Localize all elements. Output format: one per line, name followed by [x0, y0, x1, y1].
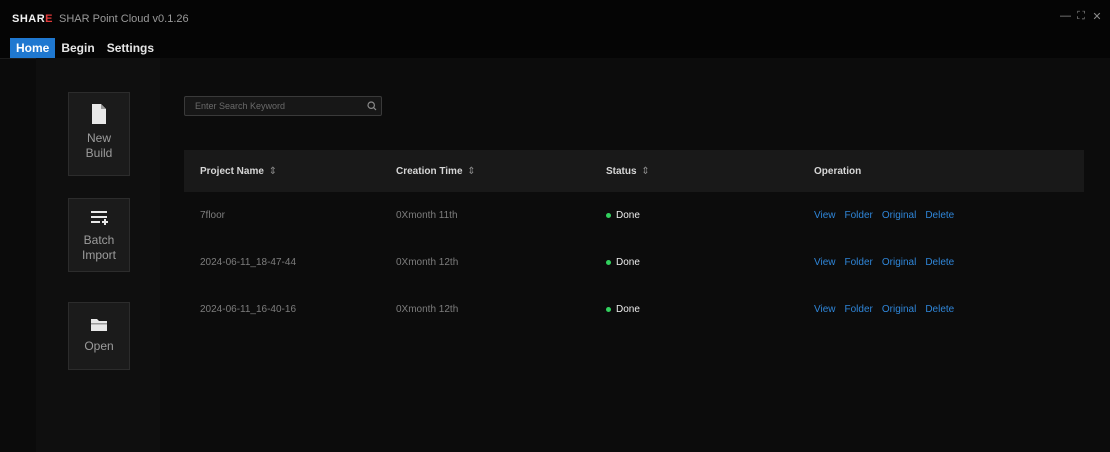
main-content: Project Name ⇕ Creation Time ⇕ Status ⇕ …: [160, 58, 1110, 452]
sort-icon: ⇕: [467, 165, 476, 177]
header-creation-time[interactable]: Creation Time ⇕: [396, 166, 606, 177]
original-link[interactable]: Original: [882, 210, 916, 221]
folder-link[interactable]: Folder: [845, 257, 873, 268]
project-name-cell: 2024-06-11_16-40-16: [200, 304, 297, 315]
search-input[interactable]: [185, 100, 363, 112]
header-status[interactable]: Status ⇕: [606, 166, 814, 177]
view-link[interactable]: View: [814, 304, 836, 315]
operation-links: View Folder Original Delete: [814, 257, 1084, 268]
view-link[interactable]: View: [814, 210, 836, 221]
table-row: 7floor 0Xmonth 11th Done View Folder Ori…: [184, 192, 1084, 239]
operation-links: View Folder Original Delete: [814, 304, 1084, 315]
batch-import-label: Batch Import: [81, 233, 116, 262]
search-box: [184, 96, 382, 116]
menu-begin[interactable]: Begin: [55, 38, 100, 58]
original-link[interactable]: Original: [882, 257, 916, 268]
close-icon[interactable]: ✕: [1092, 10, 1102, 23]
header-project-name[interactable]: Project Name ⇕: [184, 166, 396, 177]
original-link[interactable]: Original: [882, 304, 916, 315]
creation-time-cell: 0Xmonth 12th: [396, 304, 459, 315]
delete-link[interactable]: Delete: [925, 304, 954, 315]
status-badge: Done: [606, 210, 814, 221]
header-operation: Operation: [814, 165, 862, 177]
list-add-icon: [91, 211, 108, 225]
creation-time-cell: 0Xmonth 12th: [396, 257, 459, 268]
menu-home[interactable]: Home: [10, 38, 56, 58]
sort-icon: ⇕: [641, 165, 650, 177]
open-button[interactable]: Open: [68, 302, 130, 370]
view-link[interactable]: View: [814, 257, 836, 268]
menu-bar: Home Begin Settings: [0, 38, 1110, 59]
title-bar: SHARE SHAR Point Cloud v0.1.26 — ⛶ ✕: [0, 0, 1110, 38]
new-build-label: New Build: [85, 131, 113, 160]
folder-link[interactable]: Folder: [845, 304, 873, 315]
batch-import-button[interactable]: Batch Import: [68, 198, 130, 272]
project-name-cell: 2024-06-11_18-47-44: [200, 257, 297, 268]
app-window: SHARE SHAR Point Cloud v0.1.26 — ⛶ ✕ Hom…: [0, 0, 1110, 452]
creation-time-cell: 0Xmonth 11th: [396, 210, 458, 221]
folder-link[interactable]: Folder: [845, 210, 873, 221]
menu-settings[interactable]: Settings: [101, 38, 160, 58]
delete-link[interactable]: Delete: [925, 257, 954, 268]
open-label: Open: [84, 339, 114, 353]
table-header: Project Name ⇕ Creation Time ⇕ Status ⇕ …: [184, 150, 1084, 192]
folder-icon: [91, 319, 107, 331]
window-title: SHAR Point Cloud v0.1.26: [59, 13, 189, 25]
table-row: 2024-06-11_18-47-44 0Xmonth 12th Done Vi…: [184, 239, 1084, 286]
window-controls: — ⛶ ✕: [1060, 10, 1102, 23]
operation-links: View Folder Original Delete: [814, 210, 1084, 221]
status-dot-icon: [606, 260, 611, 265]
status-dot-icon: [606, 307, 611, 312]
minimize-icon[interactable]: —: [1060, 10, 1071, 23]
status-badge: Done: [606, 304, 814, 315]
app-logo: SHARE: [12, 13, 54, 25]
project-table: Project Name ⇕ Creation Time ⇕ Status ⇕ …: [184, 150, 1084, 333]
sort-icon: ⇕: [268, 165, 278, 177]
search-icon[interactable]: [363, 97, 381, 115]
table-row: 2024-06-11_16-40-16 0Xmonth 12th Done Vi…: [184, 286, 1084, 333]
status-dot-icon: [606, 213, 611, 218]
project-name-cell: 7floor: [200, 210, 226, 221]
maximize-icon[interactable]: ⛶: [1076, 10, 1086, 23]
new-build-button[interactable]: New Build: [68, 92, 130, 176]
file-icon: [92, 104, 106, 124]
tool-panel: New Build Batch Import Open: [36, 58, 161, 452]
delete-link[interactable]: Delete: [925, 210, 954, 221]
status-badge: Done: [606, 257, 814, 268]
